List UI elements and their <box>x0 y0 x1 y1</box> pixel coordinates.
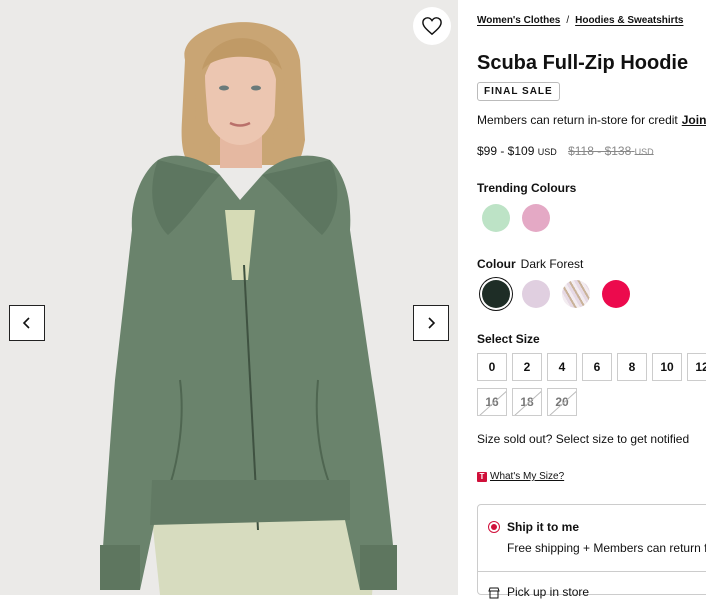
breadcrumb: Women's Clothes / Hoodies & Sweatshirts <box>477 15 683 26</box>
member-note-text: Members can return in-store for credit <box>477 113 678 127</box>
trending-swatch-mint[interactable] <box>482 204 510 232</box>
original-price: $118 - $138 USD <box>568 144 654 158</box>
product-gallery <box>0 0 458 595</box>
sale-price: $99 - $109 <box>477 144 535 158</box>
colour-label: Colour Dark Forest <box>477 257 583 271</box>
store-icon <box>488 587 500 599</box>
select-size-label: Select Size <box>477 332 540 346</box>
original-price-currency: USD <box>634 147 654 157</box>
breadcrumb-hoodies[interactable]: Hoodies & Sweatshirts <box>575 15 683 26</box>
final-sale-badge: FINAL SALE <box>477 82 560 101</box>
size-guide: T What's My Size? <box>477 471 564 482</box>
sale-price-currency: USD <box>537 147 557 157</box>
trending-colours-label: Trending Colours <box>477 181 577 195</box>
sold-out-note: Size sold out? Select size to get notifi… <box>477 432 690 446</box>
size-option-sold-out[interactable]: 16 <box>477 388 507 416</box>
product-photo <box>0 0 458 595</box>
size-option[interactable]: 12 <box>687 353 706 381</box>
breadcrumb-separator: / <box>566 15 570 26</box>
colour-swatch-stripe[interactable] <box>562 280 590 308</box>
trending-swatch-pink[interactable] <box>522 204 550 232</box>
product-title: Scuba Full-Zip Hoodie <box>477 52 689 74</box>
colour-swatch-red[interactable] <box>602 280 630 308</box>
divider <box>478 571 706 572</box>
fulfillment-options: Ship it to me Free shipping + Members ca… <box>477 504 706 599</box>
original-price-value: $118 - $138 <box>568 144 632 158</box>
size-option[interactable]: 8 <box>617 353 647 381</box>
size-option[interactable]: 4 <box>547 353 577 381</box>
favorite-button[interactable] <box>413 7 451 45</box>
size-option[interactable]: 6 <box>582 353 612 381</box>
whats-my-size-link[interactable]: What's My Size? <box>490 471 564 482</box>
size-option-sold-out[interactable]: 18 <box>512 388 542 416</box>
size-option-sold-out[interactable]: 20 <box>547 388 577 416</box>
selected-colour: Dark Forest <box>520 257 584 271</box>
price: $99 - $109 USD $118 - $138 USD <box>477 144 654 158</box>
heart-icon <box>422 17 442 36</box>
size-guide-logo-icon: T <box>477 471 487 482</box>
size-option[interactable]: 2 <box>512 353 542 381</box>
ship-option-title[interactable]: Ship it to me <box>507 520 579 534</box>
join-link[interactable]: Join <box>682 113 706 127</box>
size-option[interactable]: 10 <box>652 353 682 381</box>
ship-option-subtitle: Free shipping + Members can return fo <box>507 541 706 555</box>
next-image-button[interactable] <box>413 305 449 341</box>
chevron-right-icon <box>428 317 436 329</box>
colour-swatch-lilac[interactable] <box>522 280 550 308</box>
previous-image-button[interactable] <box>9 305 45 341</box>
ship-radio[interactable] <box>488 521 500 533</box>
pickup-option-title[interactable]: Pick up in store <box>507 585 589 599</box>
chevron-left-icon <box>22 317 30 329</box>
breadcrumb-womens-clothes[interactable]: Women's Clothes <box>477 15 560 26</box>
colour-swatch-dark-forest[interactable] <box>482 280 510 308</box>
colour-label-text: Colour <box>477 257 516 271</box>
member-return-note: Members can return in-store for credit Jo… <box>477 113 706 127</box>
size-option[interactable]: 0 <box>477 353 507 381</box>
